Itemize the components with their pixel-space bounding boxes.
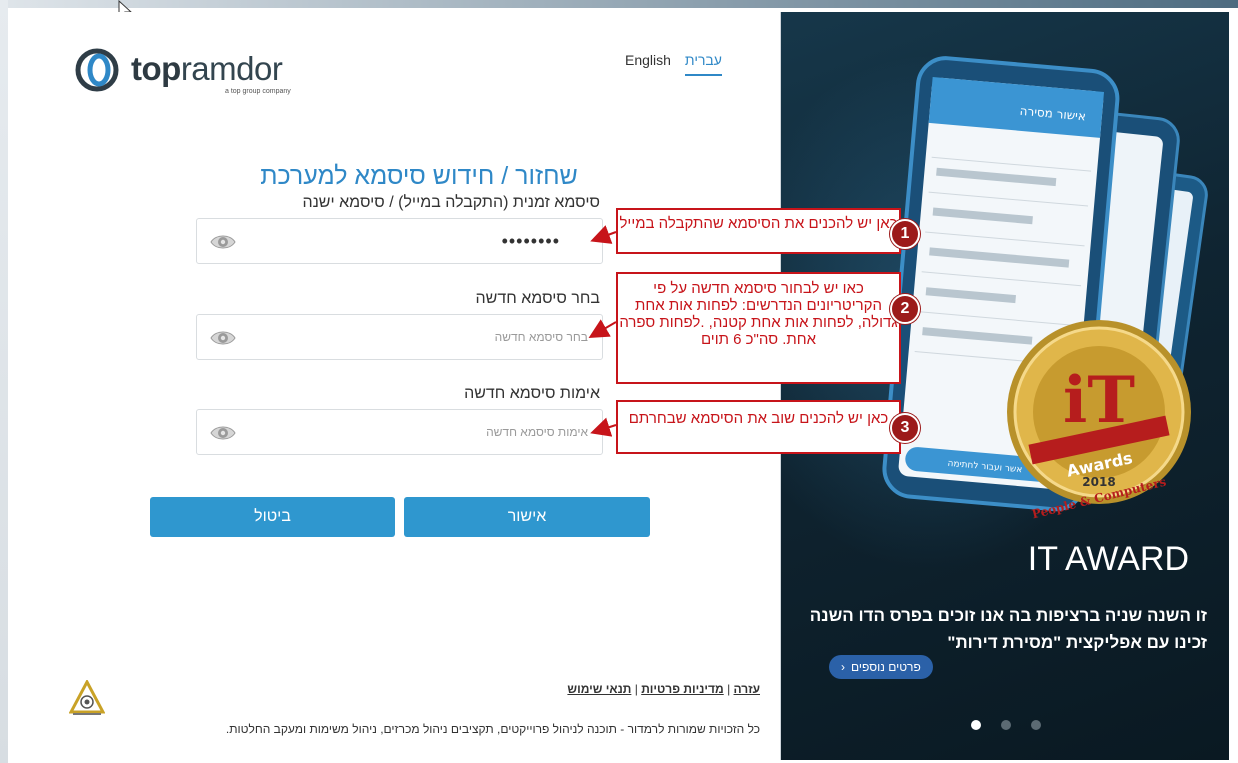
- privacy-link[interactable]: מדיניות פרטיות: [641, 682, 724, 696]
- footer-links: עזרה | מדיניות פרטיות | תנאי שימוש: [567, 682, 760, 696]
- new-password-label: בחר סיסמא חדשה: [475, 290, 600, 307]
- carousel-dot-1[interactable]: [971, 720, 981, 730]
- confirm-button[interactable]: אישור: [404, 497, 650, 537]
- annotation-1-text: כאן יש להכנים את הסיסמא שהתקבלה במייל: [619, 215, 898, 232]
- page-frame: topramdor a top group company English עב…: [0, 0, 1238, 763]
- annotation-3-text: כאן יש להכנים שוב את הסיסמא שבחרתם: [628, 410, 889, 427]
- show-password-eye-icon[interactable]: [209, 327, 237, 349]
- show-password-eye-icon[interactable]: [209, 422, 237, 444]
- annotation-3-number: 3: [890, 413, 920, 443]
- more-details-label: פרטים נוספים: [851, 660, 921, 674]
- temp-password-label: סיסמא זמנית (התקבלה במייל) / סיסמא ישנה: [302, 194, 600, 211]
- window-left-border: [0, 0, 8, 763]
- annotation-2-box: כאו יש לבחור סיסמא חדשה על פי הקריטריוני…: [616, 272, 901, 384]
- new-password-placeholder: בחר סיסמא חדשה: [494, 330, 588, 344]
- temp-password-field[interactable]: ••••••••: [196, 218, 603, 264]
- window-top-border: [0, 0, 1238, 8]
- lang-hebrew-link[interactable]: עברית: [684, 52, 722, 76]
- confirm-password-label: אימות סיסמא חדשה: [464, 385, 600, 402]
- help-link[interactable]: עזרה: [734, 682, 760, 696]
- login-card: topramdor a top group company English עב…: [9, 12, 781, 760]
- annotation-3-box: כאן יש להכנים שוב את הסיסמא שבחרתם: [616, 400, 901, 454]
- certification-badge-icon: [69, 680, 105, 715]
- temp-password-value: ••••••••: [501, 231, 560, 251]
- topramdor-logo: topramdor a top group company: [75, 44, 305, 104]
- promo-title: IT AWARD: [1027, 540, 1189, 578]
- logo-wordmark: topramdor: [131, 50, 283, 87]
- chevron-left-icon: ‹: [841, 660, 845, 674]
- confirm-password-field[interactable]: אימות סיסמא חדשה: [196, 409, 603, 455]
- annotation-2-text: כאו יש לבחור סיסמא חדשה על פי הקריטריוני…: [619, 280, 898, 348]
- logo-subtitle: a top group company: [225, 88, 291, 95]
- promo-text: זו השנה שניה ברציפות בה אנו זוכים בפרס ה…: [809, 606, 1207, 652]
- confirm-password-placeholder: אימות סיסמא חדשה: [486, 425, 588, 439]
- more-details-button[interactable]: פרטים נוספים ‹: [829, 655, 933, 679]
- footer-separator: |: [634, 682, 638, 696]
- cancel-button[interactable]: ביטול: [150, 497, 395, 537]
- logo-rings-icon: [75, 48, 119, 92]
- annotation-1-box: כאן יש להכנים את הסיסמא שהתקבלה במייל: [616, 208, 901, 254]
- carousel-dot-2[interactable]: [1001, 720, 1011, 730]
- language-switcher: English עברית: [625, 52, 722, 76]
- terms-link[interactable]: תנאי שימוש: [567, 682, 631, 696]
- copyright-text: כל הזכויות שמורות לרמדור - תוכנה לניהול …: [225, 722, 760, 736]
- show-password-eye-icon[interactable]: [209, 231, 237, 253]
- carousel-dots: [971, 720, 1041, 730]
- page-title: שחזור / חידוש סיסמא למערכת: [260, 162, 578, 190]
- lang-english-link[interactable]: English: [625, 52, 671, 76]
- promo-panel: אישור מסירה אשר ועבור לחתימה iT Awards 2…: [781, 12, 1229, 760]
- annotation-1-number: 1: [890, 219, 920, 249]
- carousel-dot-3[interactable]: [1031, 720, 1041, 730]
- annotation-2-number: 2: [890, 294, 920, 324]
- new-password-field[interactable]: בחר סיסמא חדשה: [196, 314, 603, 360]
- footer-separator: |: [727, 682, 731, 696]
